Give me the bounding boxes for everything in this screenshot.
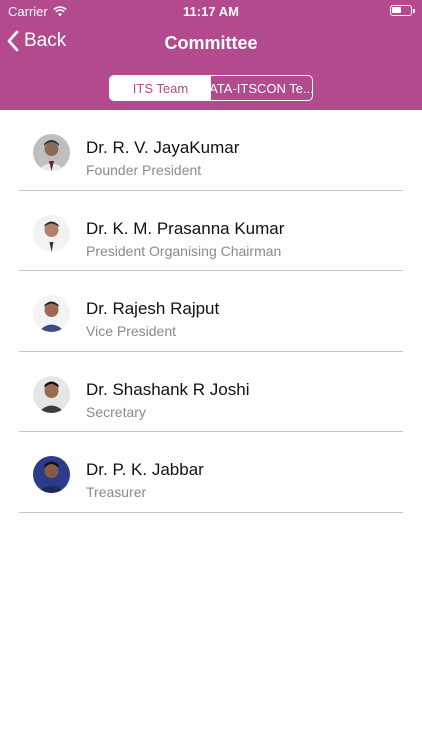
list-item[interactable]: Dr. Shashank R Joshi Secretary: [19, 352, 403, 432]
member-name: Dr. P. K. Jabbar: [86, 460, 204, 479]
battery-icon: [390, 5, 415, 16]
segment-ata-itscon-team[interactable]: ATA-ITSCON Te...: [211, 76, 312, 100]
member-name: Dr. K. M. Prasanna Kumar: [86, 218, 285, 238]
navigation-bar: Back Committee: [0, 24, 422, 64]
committee-list: Dr. R. V. JayaKumar Founder President Dr…: [0, 110, 422, 513]
list-item[interactable]: Dr. Rajesh Rajput Vice President: [19, 271, 403, 352]
status-bar: Carrier 11:17 AM: [0, 0, 422, 22]
list-item[interactable]: Dr. P. K. Jabbar Treasurer: [19, 432, 403, 513]
member-name: Dr. Shashank R Joshi: [86, 379, 250, 399]
avatar: [33, 214, 70, 252]
avatar: [33, 134, 70, 171]
member-role: President Organising Chairman: [86, 242, 282, 259]
member-role: Vice President: [86, 323, 177, 339]
member-role: Founder President: [86, 162, 202, 178]
header: Carrier 11:17 AM Back Committee ITS Team…: [0, 0, 422, 110]
member-role: Secretary: [86, 403, 146, 420]
avatar: [33, 375, 70, 413]
member-role: Treasurer: [86, 484, 147, 500]
avatar: [33, 295, 70, 332]
segment-its-team[interactable]: ITS Team: [110, 76, 211, 100]
list-item[interactable]: Dr. R. V. JayaKumar Founder President: [19, 110, 403, 191]
status-time: 11:17 AM: [183, 4, 239, 19]
page-title: Committee: [164, 33, 258, 53]
avatar: [33, 456, 70, 493]
member-name: Dr. R. V. JayaKumar: [86, 138, 240, 157]
team-segmented-control: ITS Team ATA-ITSCON Te...: [109, 75, 313, 101]
list-item[interactable]: Dr. K. M. Prasanna Kumar President Organ…: [19, 191, 403, 271]
member-name: Dr. Rajesh Rajput: [86, 299, 220, 318]
